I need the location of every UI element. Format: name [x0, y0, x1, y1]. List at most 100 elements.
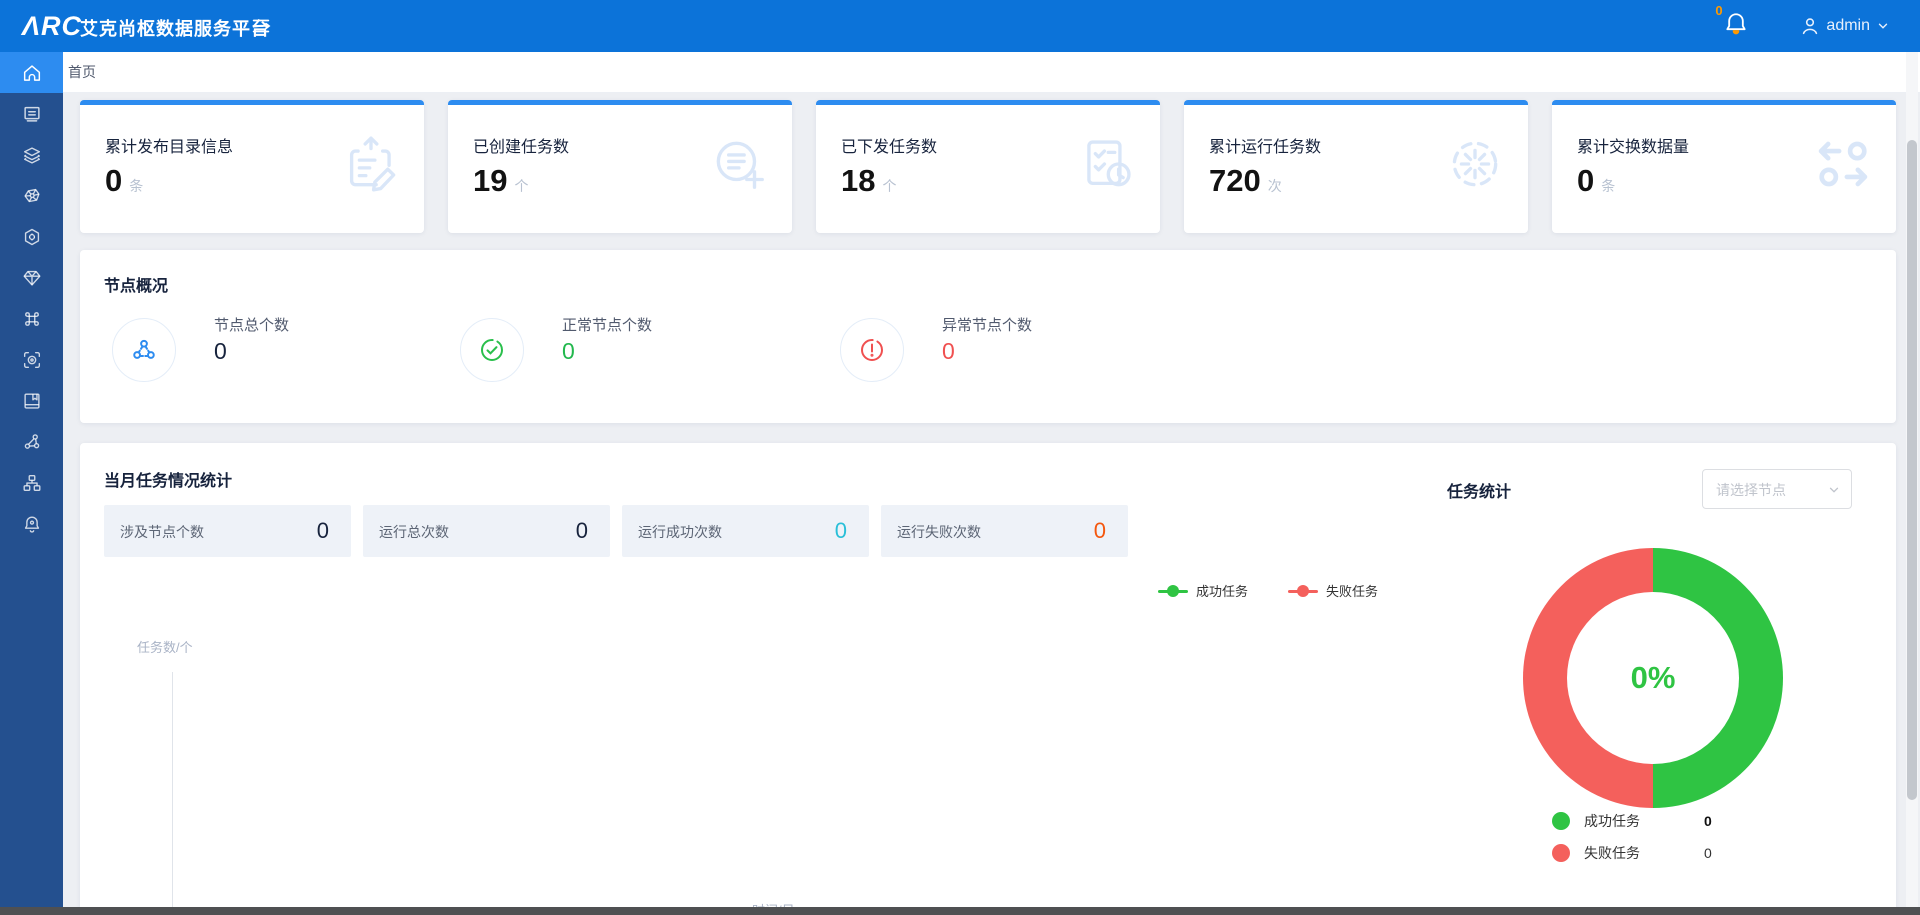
stat-box-label: 运行成功次数 — [638, 522, 722, 542]
stat-box-value: 0 — [317, 518, 329, 544]
node-abnormal-label: 异常节点个数 — [942, 314, 1032, 335]
stat-card-value: 720次 — [1209, 163, 1282, 199]
notification-bell[interactable]: 0 — [1723, 9, 1757, 43]
stat-card-title: 已创建任务数 — [473, 133, 569, 157]
data-exchange-icon — [1812, 133, 1874, 195]
fail-line-marker — [1288, 585, 1318, 597]
node-total-value: 0 — [214, 338, 227, 365]
node-total-icon — [112, 318, 176, 382]
sidebar-item-exchange[interactable] — [0, 175, 63, 216]
sidebar-item-topology[interactable] — [0, 462, 63, 503]
user-menu[interactable]: admin — [1799, 15, 1890, 37]
node-total-label: 节点总个数 — [214, 314, 289, 335]
sidebar-item-gem[interactable] — [0, 257, 63, 298]
node-normal-label: 正常节点个数 — [562, 314, 652, 335]
donut-legend-value: 0 — [1704, 845, 1744, 861]
fail-dot — [1552, 844, 1570, 862]
gem-icon — [21, 267, 43, 289]
task-stats-title: 任务统计 — [1447, 478, 1511, 502]
sidebar-item-assets[interactable] — [0, 216, 63, 257]
sidebar-item-library[interactable] — [0, 380, 63, 421]
stat-card-unit: 条 — [129, 178, 143, 194]
stat-box-value: 0 — [576, 518, 588, 544]
breadcrumb-home[interactable]: 首页 — [68, 64, 96, 80]
topology-icon — [21, 472, 43, 494]
donut-legend-fail[interactable]: 失败任务 0 — [1552, 843, 1744, 863]
stat-card-unit: 次 — [1268, 178, 1282, 194]
success-line-marker — [1158, 585, 1188, 597]
bell-icon — [1723, 9, 1749, 39]
donut-legend-label: 成功任务 — [1584, 811, 1704, 831]
sidebar-item-relation[interactable] — [0, 421, 63, 462]
brand-logo: ΛRC — [22, 11, 82, 41]
y-axis-label: 任务数/个 — [137, 637, 193, 656]
sidebar-item-command[interactable] — [0, 298, 63, 339]
stat-card-title: 累计交换数据量 — [1577, 133, 1689, 157]
stat-card-value: 0条 — [1577, 163, 1615, 199]
notification-badge: 0 — [1715, 3, 1722, 18]
node-normal-value: 0 — [562, 338, 575, 365]
stat-card-unit: 个 — [514, 178, 528, 194]
stat-card-title: 累计运行任务数 — [1209, 133, 1321, 157]
scrollbar-thumb[interactable] — [1907, 140, 1917, 800]
success-dot — [1552, 812, 1570, 830]
layers-icon — [21, 144, 43, 166]
legend-label: 失败任务 — [1326, 581, 1378, 600]
monthly-title: 当月任务情况统计 — [104, 467, 232, 491]
stat-box-value: 0 — [1094, 518, 1106, 544]
node-overview-panel: 节点概况 节点总个数 0 正常节点个数 0 异常节点个数 0 — [80, 250, 1896, 423]
app-root: ΛRC 艾克尚枢数据服务平台 0 admin — [0, 0, 1920, 915]
sidebar-item-home[interactable] — [0, 52, 63, 93]
command-icon — [21, 308, 43, 330]
node-overview-title: 节点概况 — [104, 272, 168, 296]
breadcrumb: 首页 — [63, 52, 1920, 93]
stat-card-value: 18个 — [841, 163, 896, 199]
stat-card-value: 19个 — [473, 163, 528, 199]
stat-box-label: 运行总次数 — [379, 522, 449, 542]
task-running-icon — [1444, 133, 1506, 195]
task-donut-chart[interactable]: 0% — [1523, 548, 1783, 808]
chevron-down-icon — [1876, 19, 1890, 33]
home-icon — [21, 62, 43, 84]
stat-card-published-catalog: 累计发布目录信息 0条 — [80, 100, 424, 233]
stat-card-tasks-created: 已创建任务数 19个 — [448, 100, 792, 233]
scan-gear-icon — [21, 349, 43, 371]
bottom-edge-bar — [0, 907, 1920, 915]
header-right: 0 admin — [1723, 0, 1890, 52]
stat-card-value: 0条 — [105, 163, 143, 199]
donut-legend-success[interactable]: 成功任务 0 — [1552, 811, 1744, 831]
relation-nodes-icon — [21, 431, 43, 453]
node-abnormal-value: 0 — [942, 338, 955, 365]
legend-item-success[interactable]: 成功任务 — [1158, 581, 1248, 600]
donut-legend-label: 失败任务 — [1584, 843, 1704, 863]
library-book-icon — [21, 390, 43, 412]
stat-box-success-runs: 运行成功次数 0 — [622, 505, 869, 557]
sidebar-fold-icon[interactable] — [250, 15, 272, 37]
user-icon — [1799, 15, 1821, 37]
stat-card-tasks-dispatched: 已下发任务数 18个 — [816, 100, 1160, 233]
username: admin — [1826, 17, 1870, 35]
stat-card-data-exchanged: 累计交换数据量 0条 — [1552, 100, 1896, 233]
sidebar-item-layers[interactable] — [0, 134, 63, 175]
sidebar-item-monitor[interactable] — [0, 339, 63, 380]
alarm-bell-icon — [21, 513, 43, 535]
sidebar-item-alarm[interactable] — [0, 503, 63, 544]
catalog-board-icon — [21, 103, 43, 125]
stat-box-label: 运行失败次数 — [897, 522, 981, 542]
stat-box-total-runs: 运行总次数 0 — [363, 505, 610, 557]
donut-center-label: 0% — [1523, 548, 1783, 808]
top-header: ΛRC 艾克尚枢数据服务平台 0 admin — [0, 0, 1920, 52]
stat-card-title: 累计发布目录信息 — [105, 133, 233, 157]
y-axis-line — [172, 672, 173, 915]
sidebar-item-catalog[interactable] — [0, 93, 63, 134]
task-dispatched-icon — [1076, 133, 1138, 195]
monthly-task-panel: 当月任务情况统计 涉及节点个数 0 运行总次数 0 运行成功次数 0 运行失败次… — [80, 443, 1896, 915]
legend-label: 成功任务 — [1196, 581, 1248, 600]
stat-box-value: 0 — [835, 518, 847, 544]
legend-item-fail[interactable]: 失败任务 — [1288, 581, 1378, 600]
app-title: 艾克尚枢数据服务平台 — [80, 15, 270, 41]
node-abnormal-icon — [840, 318, 904, 382]
stat-box-label: 涉及节点个数 — [120, 522, 204, 542]
stat-card-tasks-run: 累计运行任务数 720次 — [1184, 100, 1528, 233]
node-select[interactable]: 请选择节点 — [1702, 469, 1852, 509]
